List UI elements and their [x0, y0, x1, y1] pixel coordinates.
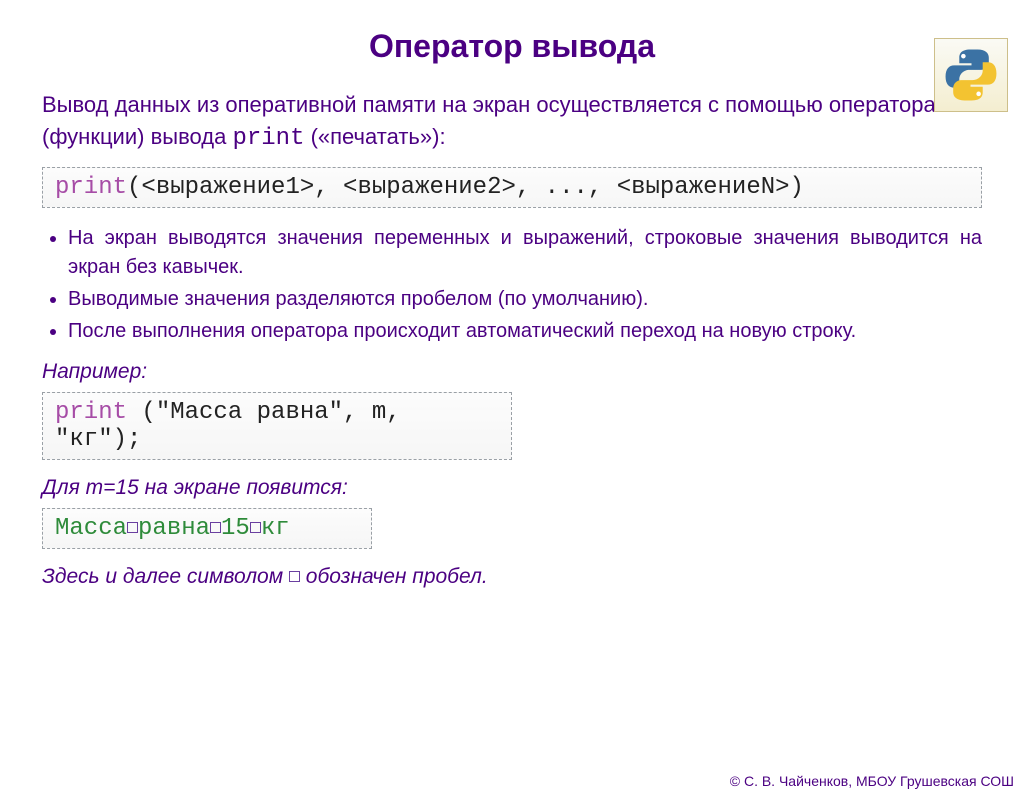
list-item: После выполнения оператора происходит ав… [68, 317, 982, 346]
keyword-print: print [55, 174, 127, 201]
example-run-label: Для m=15 на экране появится: [42, 476, 982, 500]
list-item: На экран выводятся значения переменных и… [68, 224, 982, 282]
intro-text: Вывод данных из оперативной памяти на эк… [42, 89, 982, 157]
keyword-print: print [232, 125, 304, 152]
space-glyph-icon [289, 571, 300, 582]
example-label: Например: [42, 360, 982, 384]
space-glyph-icon [250, 522, 261, 533]
slide-title: Оператор вывода [0, 28, 1024, 65]
footer-credit: © С. В. Чайченков, МБОУ Грушевская СОШ [730, 773, 1014, 789]
notes-list: На экран выводятся значения переменных и… [68, 224, 982, 346]
syntax-box: print(<выражение1>, <выражение2>, ..., <… [42, 167, 982, 208]
example-code-box: print ("Масса равна", m, "кг"); [42, 392, 512, 460]
space-glyph-icon [127, 522, 138, 533]
python-logo [934, 38, 1008, 112]
space-glyph-icon [210, 522, 221, 533]
list-item: Выводимые значения разделяются пробелом … [68, 285, 982, 314]
space-note: Здесь и далее символом обозначен пробел. [42, 565, 982, 589]
output-box: Массаравна15кг [42, 508, 372, 549]
keyword-print: print [55, 399, 127, 426]
